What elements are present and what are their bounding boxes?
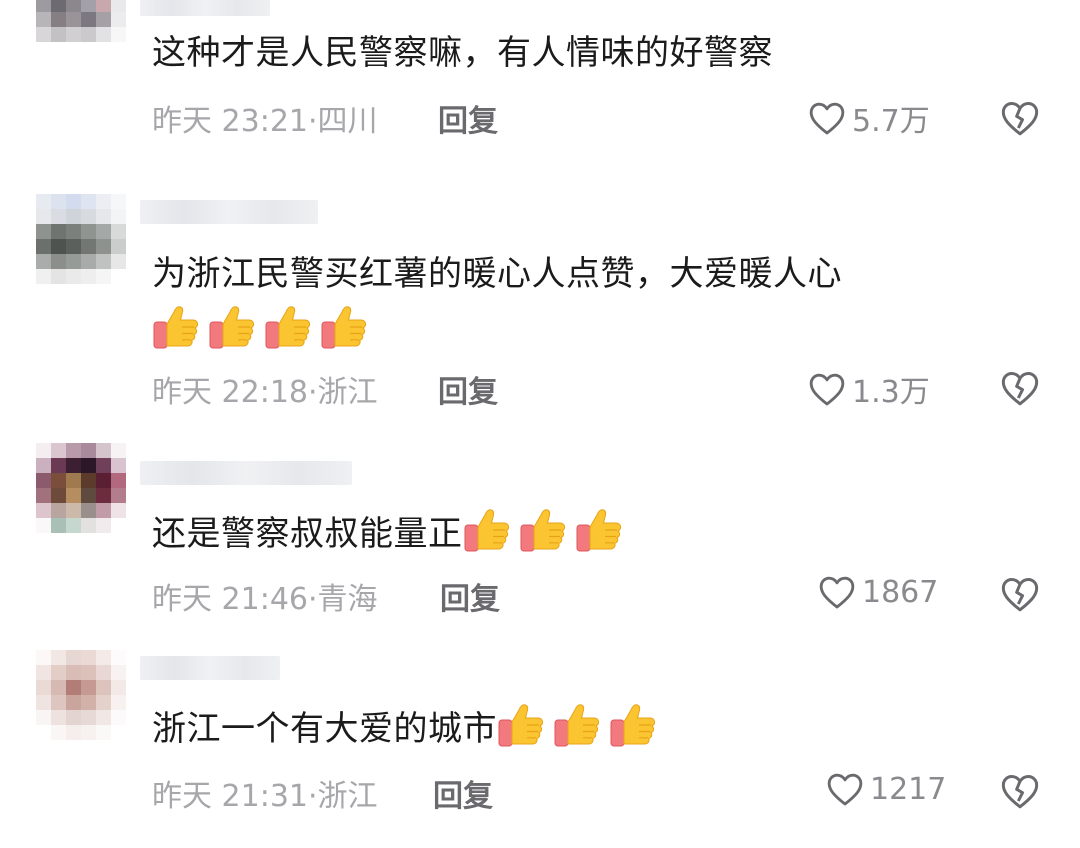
thumbs-up-emojis (497, 700, 665, 757)
comment-text: 浙江一个有大爱的城市 (152, 700, 1042, 757)
avatar[interactable] (36, 194, 126, 284)
reply-button[interactable]: 回复 (440, 574, 500, 618)
thumbs-up-emoji (575, 505, 625, 555)
broken-heart-icon[interactable] (1000, 98, 1040, 138)
like-count: 1217 (870, 771, 947, 807)
username-blurred[interactable] (140, 461, 352, 485)
comment-location: 四川 (317, 104, 378, 139)
comment-text-content: 浙江一个有大爱的城市 (152, 709, 497, 749)
broken-heart-icon[interactable] (1000, 368, 1040, 408)
like-button[interactable]: 1.3万 (808, 367, 930, 411)
comment-time: 昨天 23:21 (152, 104, 308, 139)
broken-heart-icon[interactable] (1000, 574, 1040, 614)
reply-button[interactable]: 回复 (433, 771, 493, 815)
comment-meta: 昨天 21:46·青海 (152, 574, 378, 618)
username-blurred[interactable] (140, 0, 270, 16)
like-button[interactable]: 1867 (818, 574, 938, 610)
like-count: 1.3万 (852, 375, 930, 410)
meta-separator: · (308, 779, 318, 814)
thumbs-up-emoji (463, 505, 513, 555)
thumbs-up-emoji (497, 700, 547, 750)
broken-heart-icon[interactable] (1000, 771, 1040, 811)
comment-meta: 昨天 23:21·四川 (152, 96, 378, 140)
comment-text: 这种才是人民警察嘛，有人情味的好警察 (152, 25, 1042, 81)
thumbs-up-emoji (152, 302, 202, 352)
like-button[interactable]: 1217 (826, 771, 946, 807)
comment-text: 还是警察叔叔能量正 (152, 505, 1042, 562)
heart-outline-icon (819, 576, 855, 609)
thumbs-up-emoji (264, 302, 314, 352)
like-count: 1867 (862, 574, 939, 610)
reply-button[interactable]: 回复 (438, 96, 498, 140)
comment-text: 为浙江民警买红薯的暖心人点赞，大爱暖人心 (152, 246, 1042, 359)
thumbs-up-emoji (519, 505, 569, 555)
meta-separator: · (308, 375, 318, 410)
thumbs-up-emojis (152, 302, 376, 359)
comment-meta: 昨天 21:31·浙江 (152, 771, 378, 815)
comment-time: 昨天 21:46 (152, 582, 308, 617)
meta-separator: · (308, 582, 318, 617)
like-button[interactable]: 5.7万 (808, 96, 930, 140)
thumbs-up-emoji (553, 700, 603, 750)
comment-text-content: 还是警察叔叔能量正 (152, 514, 463, 554)
avatar[interactable] (36, 650, 126, 740)
username-blurred[interactable] (140, 200, 318, 224)
comment-location: 青海 (317, 582, 378, 617)
heart-outline-icon (827, 773, 863, 806)
comment-time: 昨天 21:31 (152, 779, 308, 814)
heart-outline-icon (809, 373, 845, 406)
heart-outline-icon (809, 102, 845, 135)
thumbs-up-emoji (320, 302, 370, 352)
comment-meta: 昨天 22:18·浙江 (152, 367, 378, 411)
username-blurred[interactable] (140, 656, 280, 680)
comment-text-content: 这种才是人民警察嘛，有人情味的好警察 (152, 33, 773, 73)
comment-location: 浙江 (317, 779, 378, 814)
thumbs-up-emoji (609, 700, 659, 750)
avatar[interactable] (36, 443, 126, 533)
like-count: 5.7万 (852, 104, 930, 139)
avatar[interactable] (36, 0, 126, 72)
reply-button[interactable]: 回复 (438, 367, 498, 411)
meta-separator: · (308, 104, 318, 139)
comment-location: 浙江 (317, 375, 378, 410)
thumbs-up-emoji (208, 302, 258, 352)
thumbs-up-emojis (463, 505, 631, 562)
comment-time: 昨天 22:18 (152, 375, 308, 410)
comment-text-content: 为浙江民警买红薯的暖心人点赞，大爱暖人心 (152, 254, 842, 294)
